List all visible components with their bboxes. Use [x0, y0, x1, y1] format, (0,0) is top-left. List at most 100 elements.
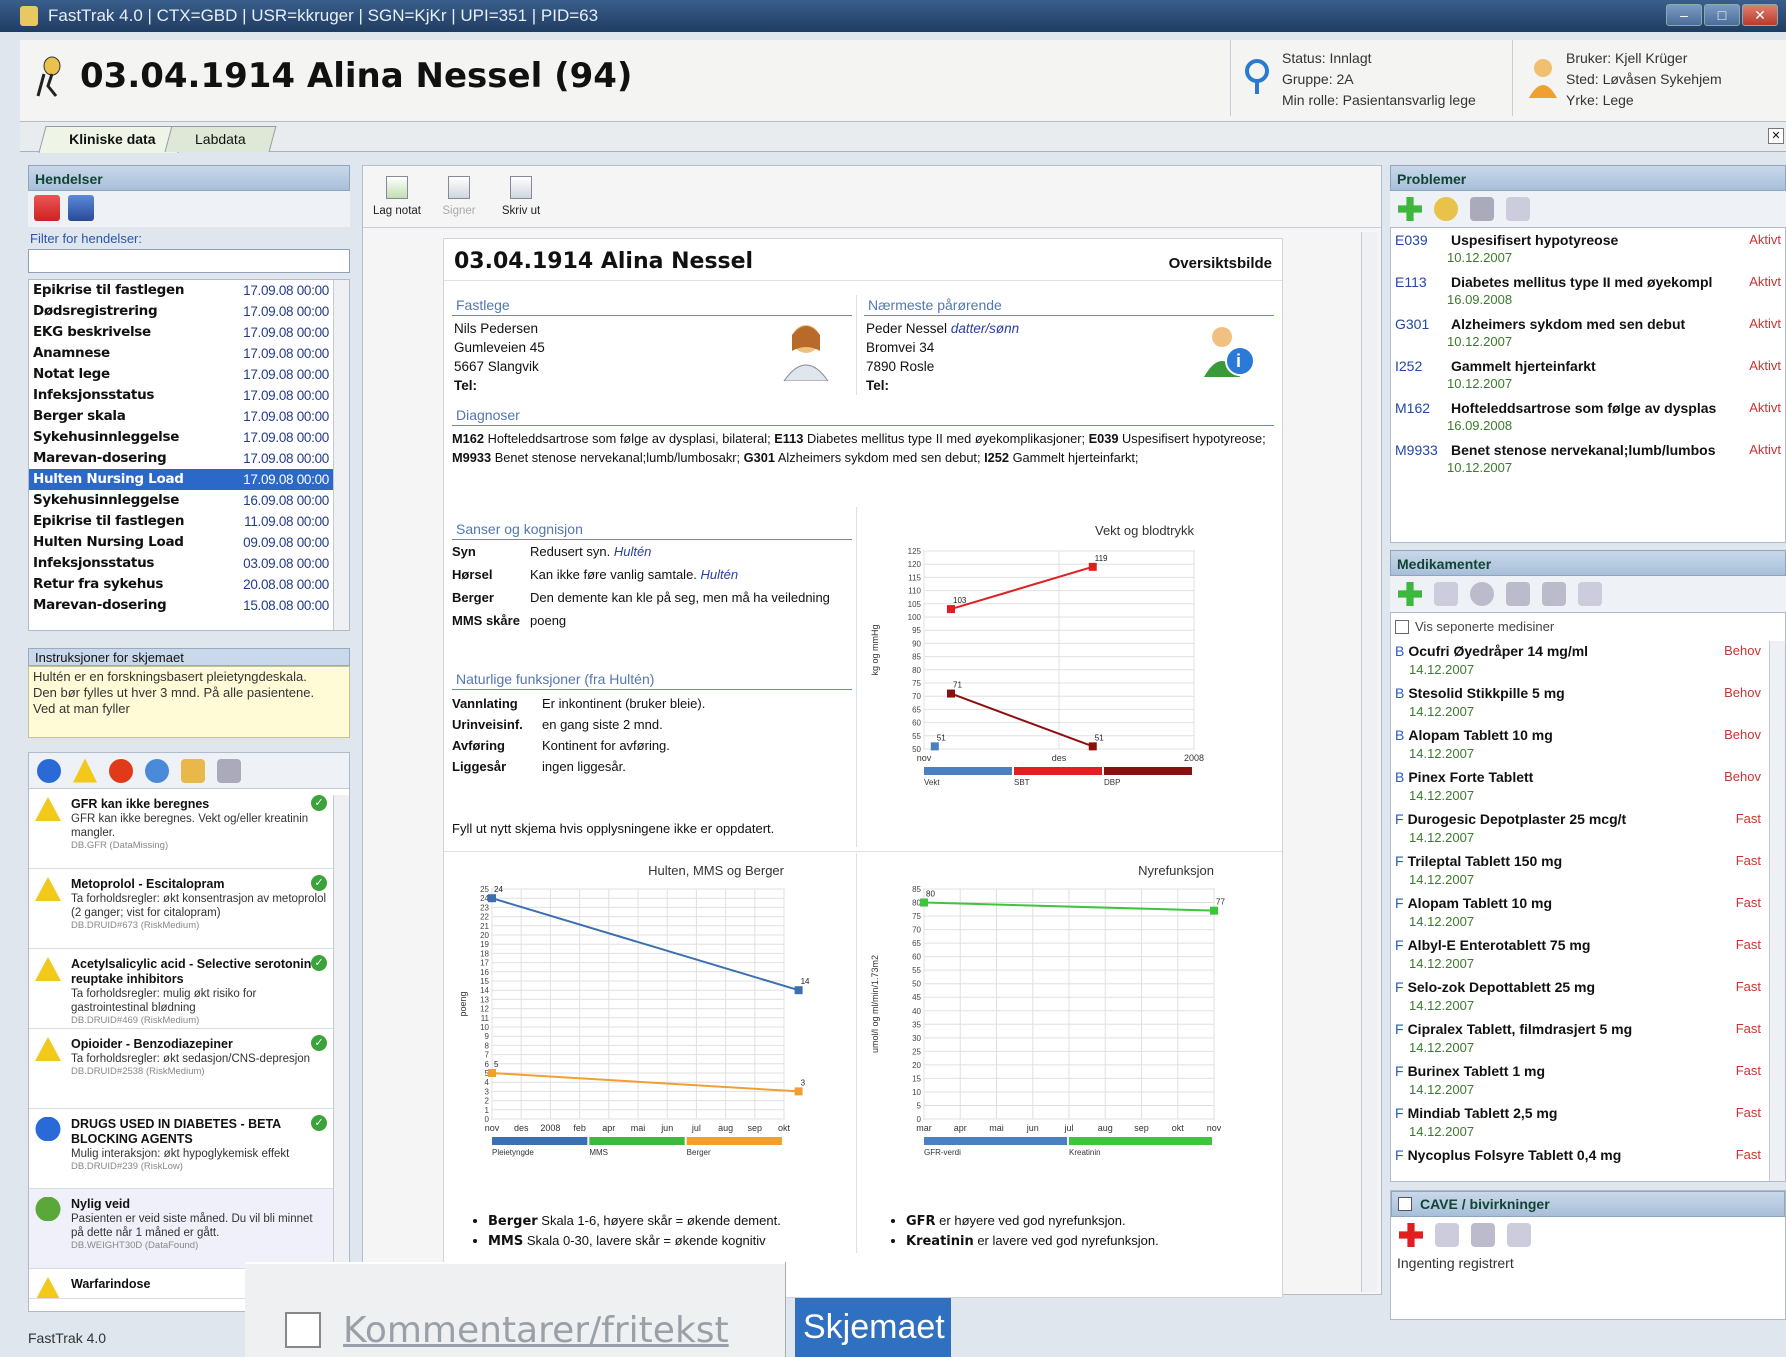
add-medication-icon[interactable] — [1398, 582, 1422, 606]
maximize-button[interactable]: □ — [1704, 4, 1740, 26]
signer-button[interactable]: Signer — [433, 176, 485, 217]
pause-medication-icon[interactable] — [1470, 582, 1494, 606]
tab-kliniske-data[interactable]: Kliniske data — [38, 126, 186, 153]
medication-row[interactable]: F Trileptal Tablett 150 mg Fast 14.12.2007 — [1391, 850, 1785, 892]
medication-row[interactable]: F Durogesic Depotplaster 25 mcg/t Fast 14.1… — [1391, 808, 1785, 850]
hendelse-date: 09.09.08 00:00 — [243, 535, 329, 550]
delete-cave-icon[interactable] — [1507, 1223, 1531, 1247]
delete-problem-icon[interactable] — [1506, 197, 1530, 221]
edit-problem-icon[interactable] — [1470, 197, 1494, 221]
medication-row[interactable]: B Stesolid Stikkpille 5 mg Behov 14.12.2007 — [1391, 682, 1785, 724]
medication-row[interactable]: B Pinex Forte Tablett Behov 14.12.2007 — [1391, 766, 1785, 808]
problem-row[interactable]: M162 Hofteleddsartrose som følge av dyspl… — [1391, 396, 1785, 438]
hendelse-row[interactable]: Notat lege 17.09.08 00:00 — [29, 364, 349, 385]
hendelser-scrollbar[interactable] — [333, 280, 349, 630]
show-discontinued-toggle[interactable]: Vis seponerte medisiner — [1391, 613, 1785, 640]
tab-labdata[interactable]: Labdata — [164, 126, 277, 152]
alert-content: GFR kan ikke beregnes GFR kan ikke beregn… — [71, 797, 327, 860]
hendelse-row[interactable]: Marevan-dosering 17.09.08 00:00 — [29, 448, 349, 469]
change-medication-icon[interactable] — [1434, 582, 1458, 606]
diagnosis-text: Gammelt hjerteinfarkt; — [1009, 450, 1139, 465]
x-tick-label: feb — [573, 1123, 586, 1133]
alerts-scrollbar[interactable] — [333, 795, 349, 1311]
show-discontinued-checkbox[interactable] — [1395, 619, 1409, 634]
hendelse-row[interactable]: Hulten Nursing Load 09.09.08 00:00 — [29, 532, 349, 553]
legend-label: DBP — [1104, 778, 1120, 787]
stop-filter-icon[interactable] — [109, 758, 133, 783]
clipboard-icon[interactable] — [181, 758, 205, 783]
hendelse-row[interactable]: Epikrise til fastlegen 11.09.08 00:00 — [29, 511, 349, 532]
problem-row[interactable]: I252 Gammelt hjerteinfarkt Aktivt 10.12.200… — [1391, 354, 1785, 396]
hendelse-row[interactable]: Dødsregistrering 17.09.08 00:00 — [29, 301, 349, 322]
data-point — [1088, 562, 1097, 571]
hendelse-row[interactable]: Marevan-dosering 15.08.08 00:00 — [29, 595, 349, 616]
hendelse-row[interactable]: Hulten Nursing Load 17.09.08 00:00 — [29, 469, 349, 490]
hendelse-row[interactable]: Infeksjonsstatus 03.09.08 00:00 — [29, 553, 349, 574]
filter-input[interactable] — [28, 249, 350, 273]
medication-row[interactable]: F Mindiab Tablett 2,5 mg Fast 14.12.2007 — [1391, 1102, 1785, 1144]
hendelse-row[interactable]: Retur fra sykehus 20.08.08 00:00 — [29, 574, 349, 595]
refresh-icon[interactable] — [145, 758, 169, 783]
hendelse-row[interactable]: Anamnese 17.09.08 00:00 — [29, 343, 349, 364]
cave-checkbox[interactable] — [1398, 1197, 1412, 1211]
lag-notat-button[interactable]: Lag notat — [371, 176, 423, 217]
alert-item[interactable]: Metoprolol - Escitalopram Ta forholdsregl… — [29, 869, 333, 949]
problem-row[interactable]: E039 Uspesifisert hypotyreose Aktivt 10.12.… — [1391, 228, 1785, 270]
kommentarer-label[interactable]: Kommentarer/fritekst — [343, 1310, 729, 1351]
medication-kind: F — [1395, 1063, 1404, 1079]
alert-item[interactable]: Nylig veid Pasienten er veid siste måned.… — [29, 1189, 333, 1269]
problem-row[interactable]: E113 Diabetes mellitus type II med øyekom… — [1391, 270, 1785, 312]
close-button[interactable]: ✕ — [1742, 4, 1778, 26]
search-icon[interactable] — [1434, 197, 1458, 221]
medication-row[interactable]: B Alopam Tablett 10 mg Behov 14.12.2007 — [1391, 724, 1785, 766]
skip-icon[interactable] — [1506, 582, 1530, 606]
medication-row[interactable]: F Nycoplus Folsyre Tablett 0,4 mg Fast — [1391, 1144, 1785, 1181]
medication-row[interactable]: F Cipralex Tablett, filmdrasjert 5 mg Fast… — [1391, 1018, 1785, 1060]
sanser-row: Hørsel Kan ikke føre vanlig samtale. Hult… — [452, 566, 852, 586]
add-cave-icon[interactable] — [1399, 1223, 1423, 1247]
medication-row[interactable]: F Burinex Tablett 1 mg Fast 14.12.2007 — [1391, 1060, 1785, 1102]
print-icon[interactable] — [217, 758, 241, 783]
edit-cave-icon[interactable] — [1435, 1223, 1459, 1247]
user-name: Bruker: Kjell Krüger — [1566, 50, 1688, 66]
skriv-ut-button[interactable]: Skriv ut — [495, 176, 547, 217]
legend-note-text: er lavere ved god nyrefunksjon. — [973, 1233, 1159, 1248]
diagnosis-code: M9933 — [452, 450, 492, 465]
medication-row[interactable]: F Albyl-E Enterotablett 75 mg Fast 14.12.20… — [1391, 934, 1785, 976]
medication-row[interactable]: F Alopam Tablett 10 mg Fast 14.12.2007 — [1391, 892, 1785, 934]
undo-icon[interactable] — [1471, 1223, 1495, 1247]
close-tab-icon[interactable]: ✕ — [1768, 128, 1784, 144]
medikamenter-scrollbar[interactable] — [1769, 641, 1785, 1181]
calendar-icon[interactable] — [34, 195, 60, 221]
medication-row[interactable]: F Selo-zok Depottablett 25 mg Fast 14.12.20… — [1391, 976, 1785, 1018]
hendelse-row[interactable]: Berger skala 17.09.08 00:00 — [29, 406, 349, 427]
y-tick-label: 110 — [908, 587, 921, 596]
document-scrollbar[interactable] — [1361, 232, 1377, 1292]
alert-item[interactable]: Acetylsalicylic acid - Selective seroton… — [29, 949, 333, 1029]
hendelse-row[interactable]: Sykehusinnleggelse 17.09.08 00:00 — [29, 427, 349, 448]
y-tick-label: 35 — [912, 1020, 921, 1029]
sign-icon — [448, 176, 470, 199]
check-icon: ✓ — [311, 795, 327, 811]
alert-item[interactable]: GFR kan ikke beregnes GFR kan ikke beregn… — [29, 789, 333, 869]
people-icon[interactable] — [68, 195, 94, 221]
info-filter-icon[interactable] — [37, 758, 61, 783]
hendelse-row[interactable]: EKG beskrivelse 17.09.08 00:00 — [29, 322, 349, 343]
hendelse-row[interactable]: Epikrise til fastlegen 17.09.08 00:00 — [29, 280, 349, 301]
document-sheet: 03.04.1914 Alina Nessel Oversiktsbilde F… — [443, 238, 1283, 1298]
skjemaet-tab[interactable]: Skjemaet — [795, 1298, 951, 1357]
check-icon[interactable] — [1542, 582, 1566, 606]
kommentarer-checkbox[interactable] — [285, 1312, 321, 1348]
alert-item[interactable]: DRUGS USED IN DIABETES - BETA BLOCKING A… — [29, 1109, 333, 1189]
warning-filter-icon[interactable] — [73, 758, 97, 783]
problem-row[interactable]: M9933 Benet stenose nervekanal;lumb/lumbo… — [1391, 438, 1785, 480]
legend-label: Pleietyngde — [492, 1148, 534, 1157]
alert-item[interactable]: Opioider - Benzodiazepiner Ta forholdsreg… — [29, 1029, 333, 1109]
clipboard-icon[interactable] — [1578, 582, 1602, 606]
problem-row[interactable]: G301 Alzheimers sykdom med sen debut Aktiv… — [1391, 312, 1785, 354]
hendelse-row[interactable]: Sykehusinnleggelse 16.09.08 00:00 — [29, 490, 349, 511]
hendelse-row[interactable]: Infeksjonsstatus 17.09.08 00:00 — [29, 385, 349, 406]
minimize-button[interactable]: – — [1666, 4, 1702, 26]
add-problem-icon[interactable] — [1398, 197, 1422, 221]
medication-row[interactable]: B Ocufri Øyedråper 14 mg/ml Behov 14.12.200… — [1391, 640, 1785, 682]
